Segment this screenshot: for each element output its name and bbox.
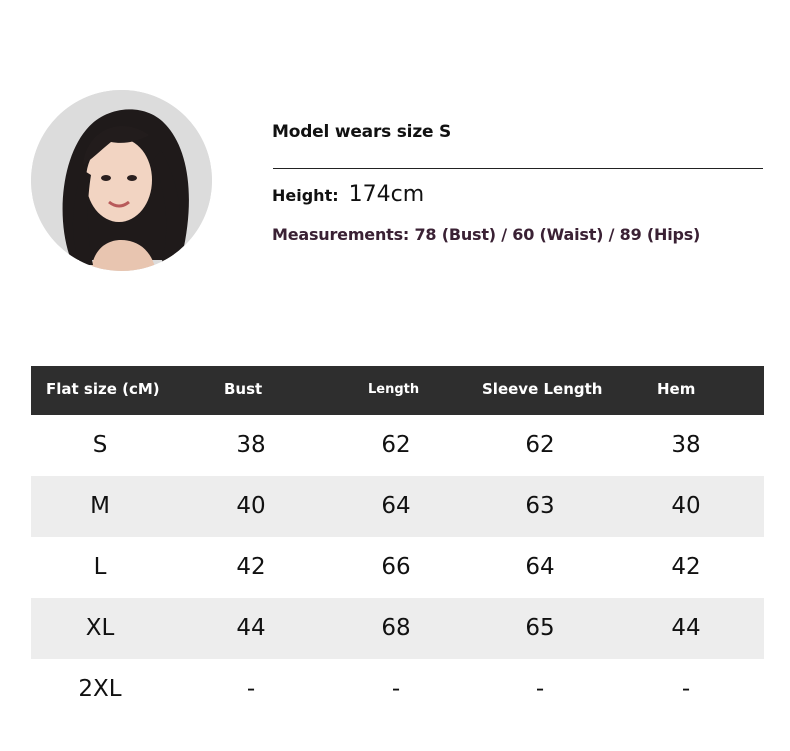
table-row: XL 44 68 65 44 <box>31 598 764 659</box>
header-hem: Hem <box>657 380 696 398</box>
cell-hem: 44 <box>671 615 701 641</box>
cell-length: - <box>391 676 401 702</box>
header-length: Length <box>368 382 420 397</box>
cell-hem: 42 <box>671 554 701 580</box>
model-measurements: Measurements: 78 (Bust) / 60 (Waist) / 8… <box>272 225 701 244</box>
cell-bust: - <box>246 676 256 702</box>
cell-bust: 38 <box>236 432 266 458</box>
height-value: 174cm <box>348 182 425 207</box>
cell-size: L <box>93 554 107 580</box>
cell-sleeve-length: 63 <box>525 493 555 519</box>
cell-length: 66 <box>381 554 411 580</box>
header-flat-size: Flat size (cM) <box>46 380 160 398</box>
cell-sleeve-length: - <box>535 676 545 702</box>
cell-hem: - <box>681 676 691 702</box>
cell-bust: 40 <box>236 493 266 519</box>
cell-hem: 40 <box>671 493 701 519</box>
model-portrait-image <box>31 90 212 271</box>
table-row: S 38 62 62 38 <box>31 415 764 476</box>
model-size-title: Model wears size S <box>272 122 452 142</box>
size-chart-table: Flat size (cM) Bust Length Sleeve Length… <box>31 366 764 720</box>
cell-sleeve-length: 65 <box>525 615 555 641</box>
cell-length: 64 <box>381 493 411 519</box>
cell-length: 68 <box>381 615 411 641</box>
cell-bust: 44 <box>236 615 266 641</box>
section-divider <box>273 168 763 169</box>
height-label: Height: <box>272 186 339 205</box>
header-sleeve-length: Sleeve Length <box>482 380 603 398</box>
cell-length: 62 <box>381 432 411 458</box>
model-height: Height: 174cm <box>272 182 424 207</box>
cell-size: XL <box>85 615 115 641</box>
cell-sleeve-length: 62 <box>525 432 555 458</box>
table-row: 2XL - - - - <box>31 659 764 720</box>
cell-sleeve-length: 64 <box>525 554 555 580</box>
header-bust: Bust <box>224 380 263 398</box>
table-row: M 40 64 63 40 <box>31 476 764 537</box>
cell-size: S <box>92 432 108 458</box>
cell-bust: 42 <box>236 554 266 580</box>
model-avatar <box>31 90 212 271</box>
table-row: L 42 66 64 42 <box>31 537 764 598</box>
cell-size: 2XL <box>78 676 122 702</box>
cell-size: M <box>90 493 110 519</box>
table-header-row: Flat size (cM) Bust Length Sleeve Length… <box>31 366 764 415</box>
cell-hem: 38 <box>671 432 701 458</box>
